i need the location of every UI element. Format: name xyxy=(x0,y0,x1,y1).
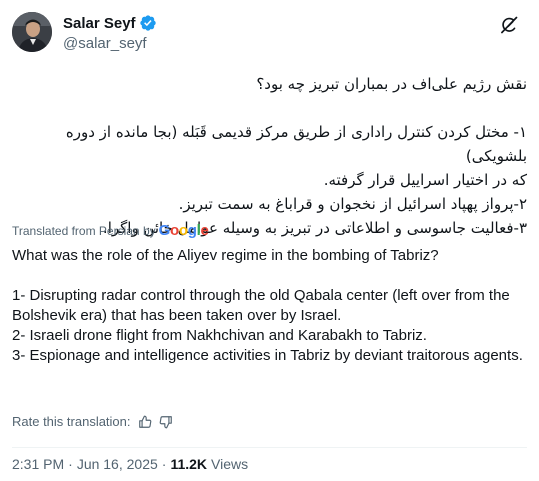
thumbs-up-icon[interactable] xyxy=(138,415,152,429)
tweet-text-translation: What was the role of the Aliyev regime i… xyxy=(12,246,527,366)
persian-line: که در اختیار اسراییل قرار گرفته. xyxy=(323,171,527,189)
handle[interactable]: @salar_seyf xyxy=(63,35,157,52)
tweet-meta: 2:31 PM · Jun 16, 2025 · 11.2K Views xyxy=(12,456,248,472)
tweet-text-persian: نقش رژیم علی‌اف در بمباران تبریز چه بود؟… xyxy=(12,72,527,240)
meta-separator: · xyxy=(68,456,73,472)
translation-attribution: Translated from Persian by Google xyxy=(12,222,209,239)
views-count[interactable]: 11.2K xyxy=(170,456,207,472)
rate-translation-label: Rate this translation: xyxy=(12,414,131,429)
persian-line: ۲-پرواز پهپاد اسرائیل از نخجوان و قراباغ… xyxy=(178,195,527,213)
grok-icon[interactable] xyxy=(499,15,519,35)
tweet-time[interactable]: 2:31 PM xyxy=(12,456,64,472)
translation-point: 2- Israeli drone flight from Nakhchivan … xyxy=(12,327,427,344)
tweet-header: Salar Seyf @salar_seyf xyxy=(12,12,527,60)
avatar[interactable] xyxy=(12,12,52,52)
translation-point: 1- Disrupting radar control through the … xyxy=(12,287,510,324)
persian-line: نقش رژیم علی‌اف در بمباران تبریز چه بود؟ xyxy=(256,75,527,93)
avatar-image xyxy=(12,12,52,52)
tweet-date[interactable]: Jun 16, 2025 xyxy=(77,456,158,472)
translated-from-label[interactable]: Translated from Persian by xyxy=(12,224,156,238)
verified-badge-icon xyxy=(139,14,157,32)
translation-question: What was the role of the Aliyev regime i… xyxy=(12,247,439,264)
persian-line: ۱- مختل کردن کنترل راداری از طریق مرکز ق… xyxy=(65,123,527,165)
thumbs-down-icon[interactable] xyxy=(159,415,173,429)
display-name[interactable]: Salar Seyf xyxy=(63,15,136,32)
tweet-card: Salar Seyf @salar_seyf نقش رژیم علی‌اف د… xyxy=(0,0,539,481)
meta-separator: · xyxy=(161,456,167,472)
divider xyxy=(12,447,527,448)
google-logo: Google xyxy=(158,222,209,239)
views-label: Views xyxy=(211,456,249,472)
display-name-row: Salar Seyf xyxy=(63,13,157,33)
translation-point: 3- Espionage and intelligence activities… xyxy=(12,347,523,364)
author-info: Salar Seyf @salar_seyf xyxy=(63,13,157,52)
rate-translation: Rate this translation: xyxy=(12,414,173,429)
